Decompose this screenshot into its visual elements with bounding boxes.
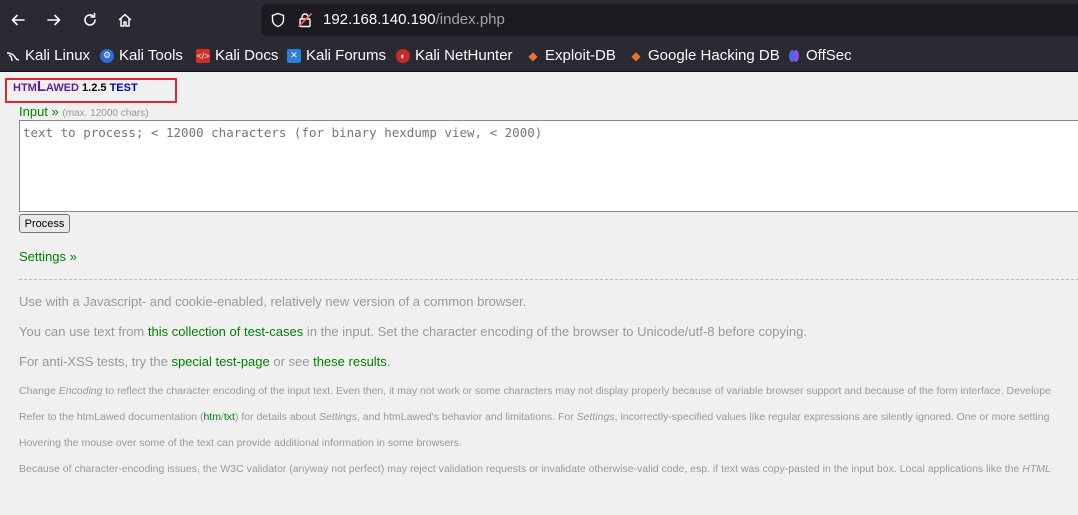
- text: Because of character-encoding issues, th…: [19, 463, 1023, 475]
- title-htm: HTM: [13, 82, 37, 94]
- kali-forums-icon: ✕: [287, 48, 301, 63]
- text: in the input. Set the character encoding…: [303, 324, 807, 339]
- address-bar[interactable]: 192.168.140.190/index.php: [261, 4, 1078, 36]
- note-browser: Use with a Javascript- and cookie-enable…: [19, 294, 527, 309]
- kali-nethunter-icon: ◐: [396, 48, 410, 63]
- note-hover: Hovering the mouse over some of the text…: [19, 437, 462, 449]
- title-version: 1.2.5: [79, 82, 110, 94]
- these-results-link[interactable]: these results: [313, 354, 387, 369]
- input-hint: (max. 12000 chars): [62, 108, 149, 119]
- input-toggle[interactable]: Input » (max. 12000 chars): [19, 104, 149, 119]
- bookmark-label: Kali Forums: [306, 47, 387, 64]
- text: Encoding: [58, 385, 103, 397]
- settings-toggle[interactable]: Settings »: [19, 249, 77, 264]
- doc-htm-link[interactable]: htm: [203, 411, 221, 423]
- text: You can use text from: [19, 324, 148, 339]
- arrow-left-icon: [11, 14, 25, 26]
- exploit-db-icon: ◆: [528, 48, 538, 63]
- text: Settings: [319, 411, 357, 423]
- bookmark-exploit-db[interactable]: ◆ Exploit-DB: [526, 47, 616, 64]
- input-textarea[interactable]: [19, 120, 1078, 212]
- page-content: HTMLAWED 1.2.5 TEST Input » (max. 12000 …: [0, 72, 1078, 515]
- text: Change: [19, 385, 59, 397]
- text: , and htmLawed's behavior and limitation…: [356, 411, 577, 423]
- bookmark-kali-nethunter[interactable]: ◐ Kali NetHunter: [396, 47, 513, 64]
- url-text[interactable]: 192.168.140.190/index.php: [323, 11, 505, 28]
- bookmark-label: Kali NetHunter: [415, 47, 513, 64]
- note-anti-xss: For anti-XSS tests, try the special test…: [19, 354, 390, 369]
- note-test-cases: You can use text from this collection of…: [19, 324, 807, 339]
- reload-icon: [84, 12, 96, 26]
- input-label: Input »: [19, 104, 59, 119]
- home-button[interactable]: [113, 8, 137, 32]
- url-host: 192.168.140.190: [323, 11, 436, 28]
- process-button[interactable]: Process: [19, 214, 70, 233]
- special-test-page-link[interactable]: special test-page: [171, 354, 269, 369]
- text: For anti-XSS tests, try the: [19, 354, 172, 369]
- bookmark-label: OffSec: [806, 47, 852, 64]
- text: Refer to the htmLawed documentation (: [19, 411, 204, 423]
- text: to reflect the character encoding of the…: [102, 385, 1051, 397]
- home-icon: [118, 13, 132, 27]
- bookmark-label: Google Hacking DB: [648, 47, 780, 64]
- text: HTML: [1022, 463, 1051, 475]
- bookmark-label: Exploit-DB: [545, 47, 616, 64]
- forward-button[interactable]: [42, 8, 66, 32]
- bookmark-label: Kali Linux: [25, 47, 91, 64]
- doc-txt-link[interactable]: txt: [224, 411, 235, 423]
- back-button[interactable]: [6, 8, 30, 32]
- bookmark-offsec[interactable]: OffSec: [787, 47, 852, 64]
- text: .: [386, 354, 391, 369]
- kali-dragon-icon: [6, 49, 20, 63]
- bookmark-kali-tools[interactable]: ⚙ Kali Tools: [100, 47, 183, 64]
- note-validator: Because of character-encoding issues, th…: [19, 463, 1051, 475]
- title-l: L: [36, 78, 46, 95]
- title-test: TEST: [109, 82, 138, 94]
- bookmark-kali-docs[interactable]: </> Kali Docs: [196, 47, 278, 64]
- bookmark-kali-linux[interactable]: Kali Linux: [6, 47, 90, 64]
- insecure-lock-icon[interactable]: [297, 12, 313, 28]
- bookmark-label: Kali Tools: [119, 47, 183, 64]
- bookmark-kali-forums[interactable]: ✕ Kali Forums: [287, 47, 386, 64]
- browser-toolbar: 192.168.140.190/index.php: [0, 0, 1078, 40]
- kali-tools-icon: ⚙: [100, 48, 114, 63]
- offsec-icon: [787, 49, 801, 63]
- url-path: /index.php: [435, 11, 505, 28]
- test-cases-link[interactable]: this collection of test-cases: [148, 324, 303, 339]
- reload-button[interactable]: [78, 8, 102, 32]
- text: Settings: [576, 411, 615, 423]
- bookmark-label: Kali Docs: [215, 47, 279, 64]
- text: or see: [269, 354, 314, 369]
- arrow-right-icon: [47, 14, 61, 26]
- kali-docs-icon: </>: [196, 48, 210, 63]
- page-title: HTMLAWED 1.2.5 TEST: [13, 78, 138, 95]
- text: , incorrectly-specified values like regu…: [614, 411, 1050, 423]
- bookmark-google-hacking-db[interactable]: ◆ Google Hacking DB: [629, 47, 780, 64]
- title-awed: AWED: [46, 82, 79, 94]
- ghdb-icon: ◆: [631, 48, 641, 63]
- shield-icon[interactable]: [270, 12, 286, 28]
- bookmarks-toolbar: Kali Linux ⚙ Kali Tools </> Kali Docs ✕ Kal…: [0, 40, 1078, 72]
- divider: [19, 279, 1078, 280]
- note-encoding: Change Encoding to reflect the character…: [19, 385, 1051, 397]
- text: ) for details about: [234, 411, 320, 423]
- note-documentation: Refer to the htmLawed documentation (htm…: [19, 411, 1049, 423]
